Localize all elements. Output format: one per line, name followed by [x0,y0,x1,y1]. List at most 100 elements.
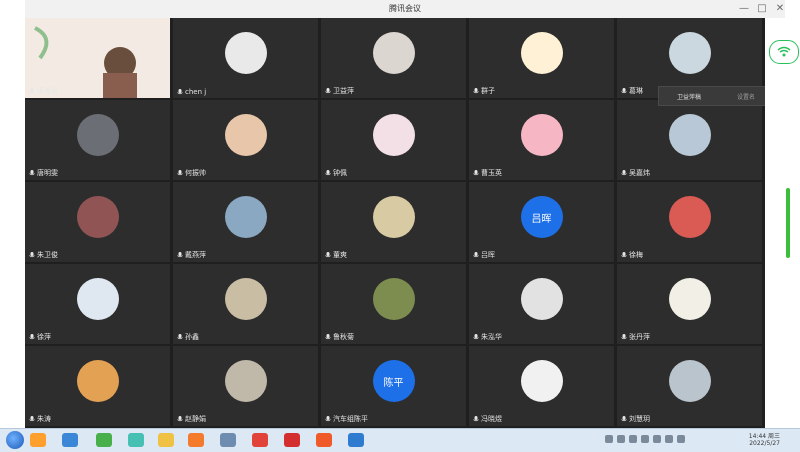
participant-avatar [224,360,267,402]
minimize-button[interactable]: — [737,2,751,16]
participant-tile[interactable]: 吴嘉炜 [617,100,762,180]
right-panel [765,18,800,428]
browser-icon[interactable] [188,433,204,447]
mic-icon [177,169,183,177]
participant-name: 卫益萍 [325,86,354,96]
participant-avatar [668,196,711,238]
participant-tile[interactable]: 朱泓华 [469,264,614,344]
taskbar-app-icon[interactable] [128,433,144,447]
window-title: 腾讯会议 [389,4,421,13]
participant-avatar [372,278,415,320]
participant-name: 群子 [473,86,495,96]
taskbar-app-icon[interactable] [30,433,46,447]
participant-name-text: 吴嘉炜 [629,169,650,177]
participant-name-text: 戴燕萍 [185,251,206,259]
chrome-icon[interactable] [252,433,268,447]
taskbar-app-icon[interactable] [316,433,332,447]
participant-tile[interactable]: 刘慧玥 [617,346,762,426]
mic-icon [29,87,35,95]
participant-name: 吴嘉炜 [621,168,650,178]
participant-tile[interactable]: 鲁秋菊 [321,264,466,344]
close-button[interactable]: ✕ [773,2,787,16]
mic-icon [177,251,183,259]
wifi-icon[interactable] [769,40,799,64]
participant-name: 戴燕萍 [177,250,206,260]
participant-name: 鲁秋菊 [325,332,354,342]
taskbar-app-icon[interactable] [62,433,78,447]
participant-name: 徐梅 [621,250,643,260]
participant-tile[interactable]: 赵静娟 [173,346,318,426]
participant-name-text: 赵静娟 [185,415,206,423]
participant-tile[interactable]: 冯晓煜 [469,346,614,426]
mic-icon [325,333,331,341]
mic-icon [29,333,35,341]
participant-avatar [224,278,267,320]
participant-name-text: 卫益萍 [333,87,354,95]
mic-icon [325,87,331,95]
participant-tile[interactable]: 徐萍 [25,264,170,344]
participant-avatar [520,360,563,402]
taskbar-app-icon[interactable] [96,433,112,447]
participant-name-text: 何振帅 [185,169,206,177]
participant-tile[interactable]: 戴燕萍 [173,182,318,262]
maximize-button[interactable]: □ [755,2,769,16]
participant-avatar [76,360,119,402]
participant-name-text: 葛琳 [629,87,643,95]
participant-name-text: 朱泓华 [481,333,502,341]
taskbar-app-icon[interactable] [220,433,236,447]
participant-avatar [372,196,415,238]
pdf-icon[interactable] [284,433,300,447]
system-tray-icons[interactable] [605,435,725,445]
clock[interactable]: 14:44 周三 2022/5/27 [749,433,780,447]
participant-tile[interactable]: 曹玉英 [469,100,614,180]
participant-tile[interactable]: 董爽 [321,182,466,262]
mic-icon [473,169,479,177]
participant-avatar: 吕晖 [520,196,563,238]
participant-tile[interactable]: 陈平汽车组陈平 [321,346,466,426]
participant-tile[interactable]: chen j [173,18,318,98]
participant-name-text: 张丹萍 [629,333,650,341]
participant-avatar [668,114,711,156]
participant-tile[interactable]: 钟佩 [321,100,466,180]
mic-icon [473,415,479,423]
participant-avatar [372,114,415,156]
participant-tile[interactable]: 朱卫俊 [25,182,170,262]
participant-tile[interactable]: 徐梅 [617,182,762,262]
folder-icon[interactable] [158,433,174,447]
participant-tile[interactable]: 何振帅 [173,100,318,180]
participant-name-text: 朱涛 [37,415,51,423]
mic-icon [325,415,331,423]
participant-tile[interactable]: 卫益萍 [321,18,466,98]
participant-tile[interactable]: 唐善凤 [25,18,170,98]
mic-icon [325,251,331,259]
participant-avatar [76,278,119,320]
participant-tile[interactable]: 唐明雯 [25,100,170,180]
scrollbar[interactable] [786,188,790,258]
mic-icon [29,415,35,423]
mic-icon [473,87,479,95]
participant-avatar: 陈平 [372,360,415,402]
participant-name-text: 徐梅 [629,251,643,259]
participant-name: 朱涛 [29,414,51,424]
participant-avatar [520,278,563,320]
participant-tile[interactable]: 孙鑫 [173,264,318,344]
participant-avatar [76,196,119,238]
participant-tile[interactable]: 张丹萍 [617,264,762,344]
participant-tile[interactable]: 吕晖 吕晖 [469,182,614,262]
start-button[interactable] [6,431,24,449]
participant-name: 张丹萍 [621,332,650,342]
participant-tile[interactable]: 群子 [469,18,614,98]
participant-name: 孙鑫 [177,332,199,342]
participant-name: 葛琳 [621,86,643,96]
meeting-app-icon[interactable] [348,433,364,447]
mic-icon [29,169,35,177]
participant-name: 曹玉英 [473,168,502,178]
participant-name: 钟佩 [325,168,347,178]
participant-avatar [224,32,267,74]
popup-action[interactable]: 设置名 [737,92,755,101]
participants-grid: 唐善凤 chen j 卫益萍 群子 葛琳 唐明雯 何振帅 钟佩 曹玉英 吴嘉炜 朱卫俊 戴燕萍 董爽 吕晖… [25,18,765,428]
participant-tile[interactable]: 朱涛 [25,346,170,426]
meeting-window: 腾讯会议 — □ ✕ 唐善凤 chen j 卫益萍 群子 葛琳唐明雯 何振帅 钟佩 曹玉英 吴嘉… [0,0,800,452]
participant-name: 汽车组陈平 [325,414,368,424]
participant-avatar [520,32,563,74]
